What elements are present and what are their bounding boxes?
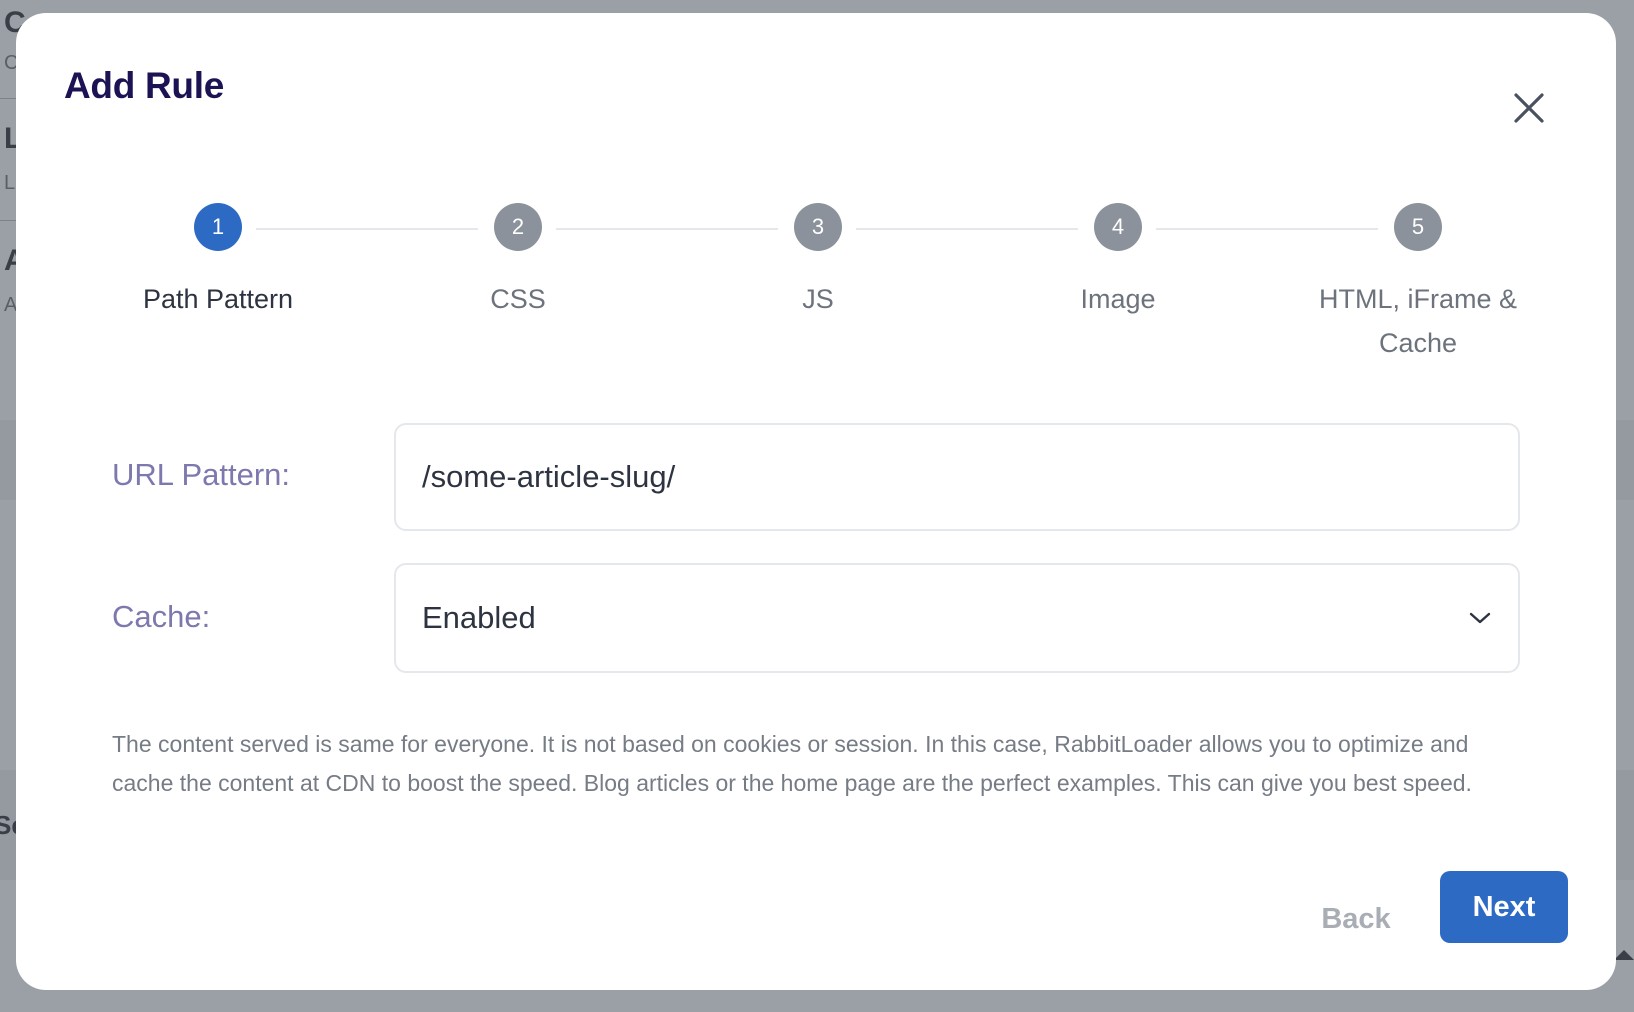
chevron-down-icon — [1469, 612, 1491, 624]
cache-label: Cache: — [112, 599, 211, 634]
add-rule-modal: Add Rule 1 Path Pattern 2 CSS 3 JS 4 Ima… — [16, 13, 1616, 990]
close-button[interactable] — [1504, 83, 1554, 133]
step-label: Path Pattern — [142, 284, 294, 314]
step-label: JS — [802, 284, 834, 314]
next-button[interactable]: Next — [1440, 871, 1568, 943]
cache-help-text: The content served is same for everyone.… — [112, 731, 1472, 796]
step-number: 2 — [494, 203, 542, 251]
step-label: CSS — [490, 284, 546, 314]
modal-title: Add Rule — [64, 65, 224, 106]
step-js[interactable]: 3 JS — [688, 203, 948, 321]
step-label: Image — [1080, 284, 1156, 314]
background-text-fragment: L — [4, 172, 16, 194]
step-css[interactable]: 2 CSS — [388, 203, 648, 321]
step-number: 5 — [1394, 203, 1442, 251]
step-number: 4 — [1094, 203, 1142, 251]
url-pattern-label: URL Pattern: — [112, 457, 291, 492]
back-button[interactable]: Back — [1286, 883, 1426, 955]
close-icon — [1514, 93, 1544, 123]
url-pattern-input[interactable] — [394, 423, 1520, 531]
step-image[interactable]: 4 Image — [988, 203, 1248, 321]
cache-select-value: Enabled — [422, 600, 536, 635]
step-number: 3 — [794, 203, 842, 251]
caret-up-icon — [1614, 950, 1634, 960]
step-path-pattern[interactable]: 1 Path Pattern — [88, 203, 348, 321]
step-label: HTML, iFrame & Cache — [1318, 284, 1518, 358]
step-number: 1 — [194, 203, 242, 251]
cache-select[interactable]: Enabled — [394, 563, 1520, 673]
step-html-iframe-cache[interactable]: 5 HTML, iFrame & Cache — [1288, 203, 1548, 365]
